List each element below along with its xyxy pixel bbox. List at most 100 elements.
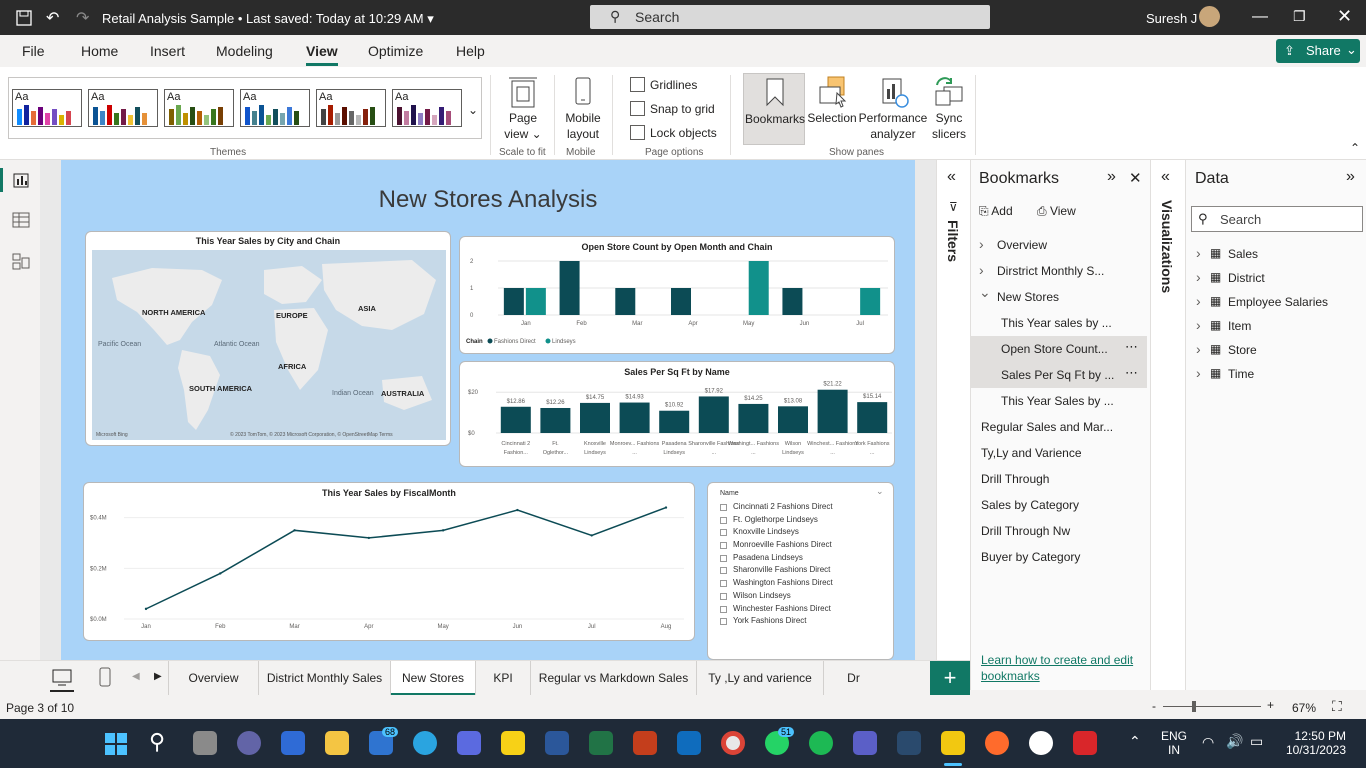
bar-lindseys[interactable] <box>525 288 546 315</box>
slicer-item[interactable]: Winchester Fashions Direct <box>720 604 890 617</box>
visualizations-pane-collapsed[interactable]: « Visualizations <box>1150 160 1185 690</box>
clock[interactable]: 12:50 PM 10/31/2023 <box>1280 729 1346 757</box>
data-table-item[interactable]: › ▦ Time <box>1186 364 1366 388</box>
chevron-down-icon[interactable]: ⌄ <box>876 486 884 497</box>
data-table-item[interactable]: › ▦ Item <box>1186 316 1366 340</box>
file-explorer-icon[interactable] <box>325 731 349 755</box>
page-tab[interactable]: Dr <box>823 661 883 696</box>
power-bi-icon[interactable] <box>941 731 965 755</box>
app-icon[interactable] <box>985 731 1009 755</box>
sticky-notes-icon[interactable] <box>501 731 525 755</box>
chevron-right-icon[interactable]: › <box>979 262 984 278</box>
slicer-checkbox[interactable] <box>720 542 727 550</box>
page-tab[interactable]: Regular vs Markdown Sales <box>530 661 696 696</box>
slicer-item[interactable]: Pasadena Lindseys <box>720 553 890 566</box>
page-tab[interactable]: District Monthly Sales <box>258 661 390 696</box>
data-table-item[interactable]: › ▦ District <box>1186 268 1366 292</box>
slicer-checkbox[interactable] <box>720 529 727 537</box>
slicer-checkbox[interactable] <box>720 580 727 588</box>
page-tab[interactable]: Overview <box>168 661 258 696</box>
add-bookmark-button[interactable]: ⎘ Add <box>979 204 1013 219</box>
menu-home[interactable]: Home <box>81 43 118 59</box>
store-icon[interactable] <box>281 731 305 755</box>
line-point[interactable] <box>367 536 371 540</box>
bookmarks-pane-button[interactable]: Bookmarks <box>743 73 805 145</box>
search-box[interactable]: ⚲ Search <box>590 5 990 29</box>
menu-help[interactable]: Help <box>456 43 485 59</box>
bar-lindseys[interactable] <box>860 288 881 315</box>
bookmark-item[interactable]: › Overview <box>971 232 1151 258</box>
add-page-button[interactable]: + <box>930 661 970 695</box>
expand-filters-icon[interactable]: « <box>947 168 956 186</box>
share-button[interactable]: ⇪ Share ⌄ <box>1276 39 1360 63</box>
task-view-icon[interactable] <box>193 731 217 755</box>
vscode-like-icon[interactable] <box>897 731 921 755</box>
data-table-item[interactable]: › ▦ Store <box>1186 340 1366 364</box>
line-point[interactable] <box>441 529 445 532</box>
report-view-icon[interactable] <box>12 172 30 188</box>
world-map[interactable]: NORTH AMERICA EUROPE ASIA AFRICA SOUTH A… <box>92 250 446 440</box>
filters-pane-collapsed[interactable]: « ⊽ Filters <box>936 160 970 660</box>
open-store-count-chart[interactable]: 0 1 2 Jan Feb Mar Apr May Jun Jul Chain Fashions Di… <box>460 237 896 355</box>
expand-visualizations-icon[interactable]: « <box>1161 168 1170 186</box>
restore-icon[interactable]: ❐ <box>1293 8 1306 25</box>
slicer-checkbox[interactable] <box>720 504 727 511</box>
teams-chat-icon[interactable] <box>237 731 261 755</box>
bar[interactable] <box>698 396 729 433</box>
slicer-item[interactable]: York Fashions Direct <box>720 616 890 629</box>
fiscal-month-sales-chart[interactable]: $0.0M $0.2M $0.4M Jan Feb Mar Apr May Jun Jul Aug <box>84 483 696 642</box>
theme-2[interactable]: Aa <box>88 89 158 127</box>
chrome-icon[interactable] <box>721 731 745 755</box>
data-search-input[interactable]: ⚲ Search <box>1191 206 1363 232</box>
teams-icon[interactable] <box>853 731 877 755</box>
mobile-layout-icon[interactable] <box>99 667 111 687</box>
model-view-icon[interactable] <box>12 252 30 270</box>
zoom-in-icon[interactable]: + <box>1267 698 1274 712</box>
lock-objects-checkbox[interactable] <box>630 125 645 140</box>
bookmark-item[interactable]: Open Store Count... ⋯ <box>971 336 1147 362</box>
avatar[interactable] <box>1199 6 1220 27</box>
name-slicer[interactable]: Name ⌄ Cincinnati 2 Fashions Direct Ft. O… <box>707 482 894 660</box>
menu-modeling[interactable]: Modeling <box>216 43 273 59</box>
minimize-icon[interactable]: — <box>1252 8 1268 26</box>
desktop-layout-icon[interactable] <box>52 669 72 687</box>
bookmark-item[interactable]: Sales by Category <box>971 492 1151 518</box>
theme-3[interactable]: Aa <box>164 89 234 127</box>
bar[interactable] <box>500 406 531 433</box>
data-table-item[interactable]: › ▦ Sales <box>1186 244 1366 268</box>
sync-slicers-button[interactable]: Sync slicers <box>928 73 970 145</box>
spotify-icon[interactable] <box>809 731 833 755</box>
outlook-icon[interactable] <box>677 731 701 755</box>
bar-fashions-direct[interactable] <box>782 288 803 315</box>
slicer-checkbox[interactable] <box>720 516 727 524</box>
redo-icon[interactable]: ↷ <box>76 8 89 28</box>
chevron-right-icon[interactable]: › <box>979 236 984 252</box>
bar[interactable] <box>778 406 808 433</box>
chevron-right-icon[interactable]: › <box>1196 245 1201 261</box>
selection-pane-button[interactable]: Selection <box>807 73 857 145</box>
copilot-icon[interactable] <box>457 731 481 755</box>
chevron-right-icon[interactable]: › <box>1196 269 1201 285</box>
slicer-checkbox[interactable] <box>720 605 727 613</box>
document-title[interactable]: Retail Analysis Sample • Last saved: Tod… <box>102 11 434 27</box>
volume-icon[interactable]: 🔊 <box>1226 733 1243 750</box>
bar-lindseys[interactable] <box>748 261 769 315</box>
bar[interactable] <box>580 402 610 433</box>
scroll-right-icon[interactable]: ▶ <box>154 671 162 682</box>
bookmark-item[interactable]: ⌄ New Stores <box>971 284 1151 310</box>
line-point[interactable] <box>664 506 668 509</box>
slicer-checkbox[interactable] <box>720 618 727 626</box>
slicer-item[interactable]: Monroeville Fashions Direct <box>720 540 890 553</box>
close-icon[interactable]: ✕ <box>1129 169 1142 187</box>
slicer-checkbox[interactable] <box>720 567 727 575</box>
performance-analyzer-button[interactable]: Performance analyzer <box>858 73 928 145</box>
excel-icon[interactable] <box>589 731 613 755</box>
bookmark-item[interactable]: Regular Sales and Mar... <box>971 414 1151 440</box>
edge-icon[interactable] <box>413 731 437 755</box>
windows-start-icon[interactable] <box>104 732 128 756</box>
page-view-button[interactable]: Page view ⌄ <box>500 73 546 145</box>
bookmark-item[interactable]: Drill Through <box>971 466 1151 492</box>
chevron-right-icon[interactable]: › <box>1196 317 1201 333</box>
bookmark-item[interactable]: Ty,Ly and Varience <box>971 440 1151 466</box>
menu-insert[interactable]: Insert <box>150 43 185 59</box>
